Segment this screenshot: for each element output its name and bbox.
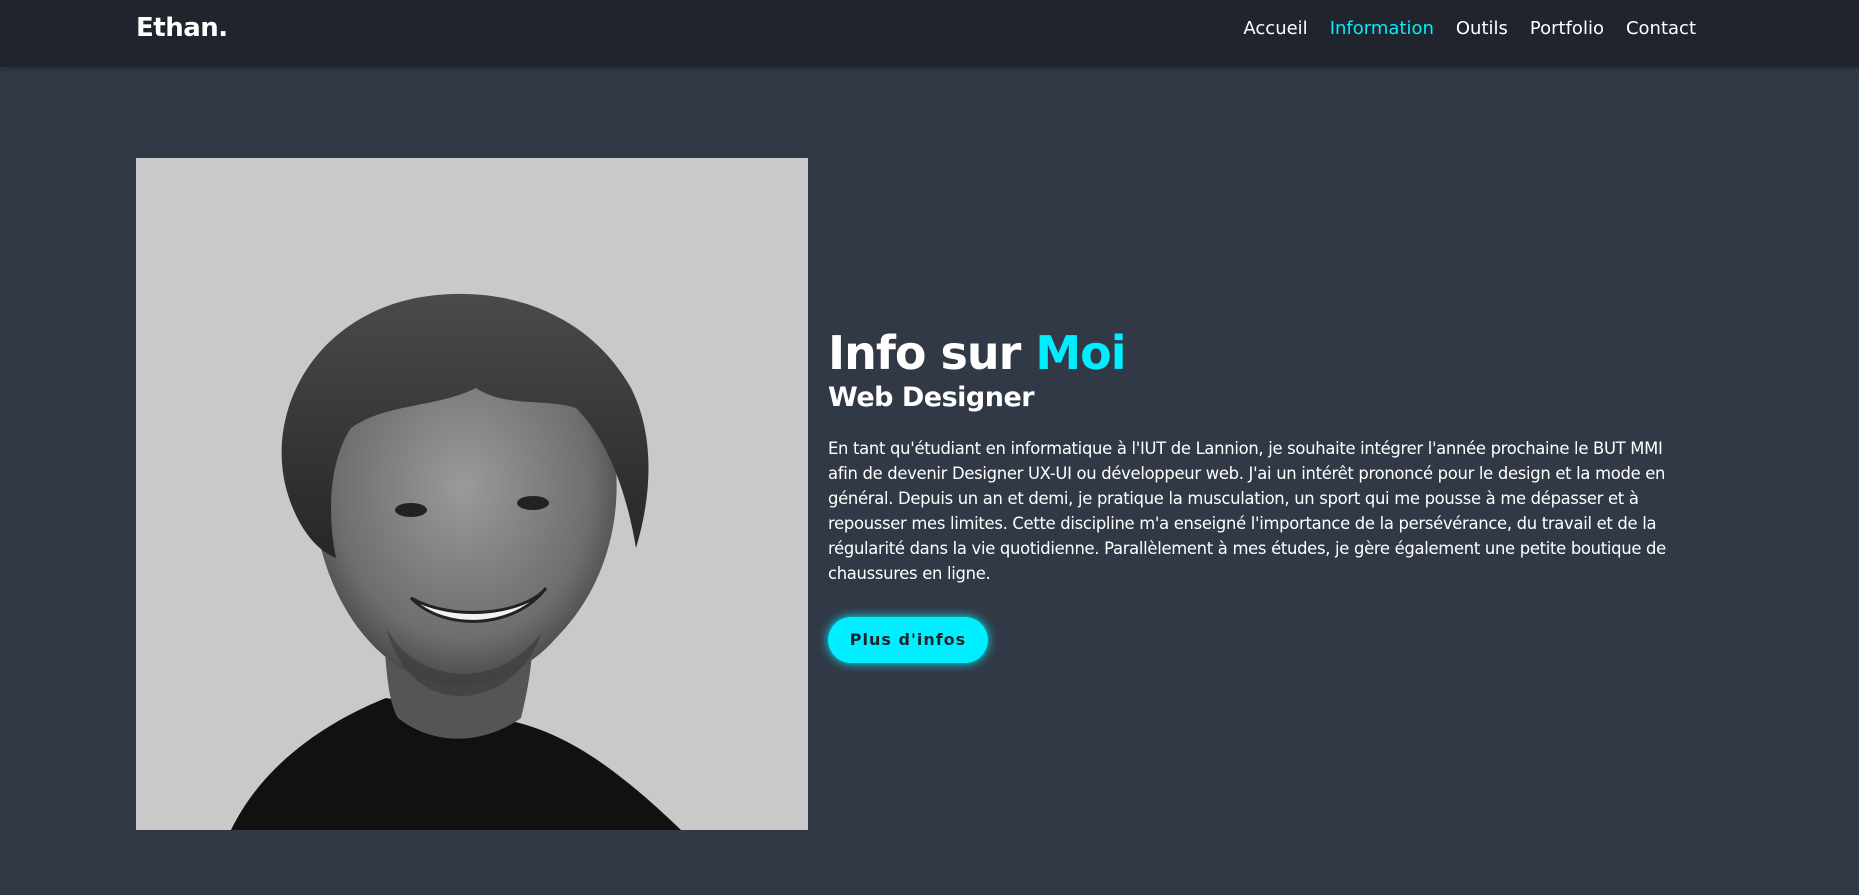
more-info-button[interactable]: Plus d'infos xyxy=(828,617,988,663)
logo[interactable]: Ethan. xyxy=(136,13,228,43)
nav-accueil[interactable]: Accueil xyxy=(1243,18,1307,39)
nav-information[interactable]: Information xyxy=(1330,18,1434,39)
nav-contact[interactable]: Contact xyxy=(1626,18,1696,39)
about-bio: En tant qu'étudiant en informatique à l'… xyxy=(828,439,1666,583)
about-title: Info sur Moi xyxy=(828,325,1690,381)
title-main: Info sur xyxy=(828,326,1036,380)
title-accent: Moi xyxy=(1035,326,1126,380)
profile-photo xyxy=(136,158,808,830)
portrait-image xyxy=(231,293,681,830)
site-header: Ethan. Accueil Information Outils Portfo… xyxy=(0,0,1859,67)
nav-outils[interactable]: Outils xyxy=(1456,18,1508,39)
nav-portfolio[interactable]: Portfolio xyxy=(1530,18,1604,39)
main-nav: Accueil Information Outils Portfolio Con… xyxy=(1243,18,1696,39)
about-section: Info sur Moi Web Designer En tant qu'étu… xyxy=(828,325,1690,663)
about-subtitle: Web Designer xyxy=(828,382,1035,413)
